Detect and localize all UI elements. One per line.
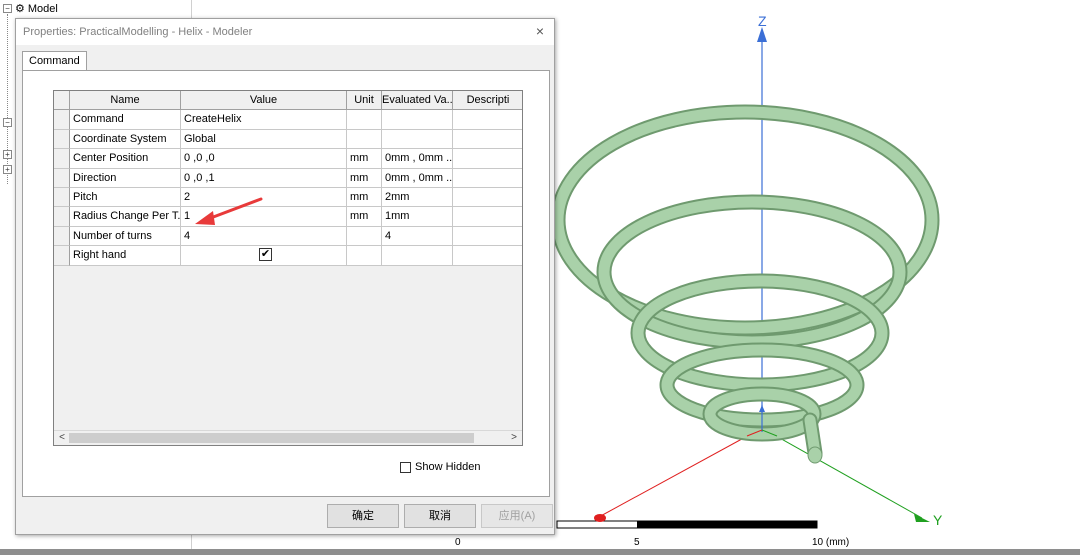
tab-strip: Command (22, 51, 87, 70)
expand-icon[interactable]: + (3, 150, 12, 159)
tab-command[interactable]: Command (22, 51, 87, 70)
dialog-title: Properties: PracticalModelling - Helix -… (23, 26, 253, 38)
z-axis-label: Z (758, 13, 767, 29)
x-axis-line (596, 427, 763, 519)
helix-body (550, 104, 940, 464)
y-axis-line (761, 427, 923, 519)
z-axis-arrow (757, 27, 767, 42)
scale-label-10: 10 (mm) (812, 537, 850, 548)
y-axis-label: Y (933, 512, 943, 528)
x-axis-arrow (594, 514, 606, 522)
scale-label-5: 5 (634, 537, 640, 548)
model-icon: ⚙ (15, 3, 25, 15)
y-axis-arrow (914, 514, 930, 522)
show-hidden-checkbox[interactable] (400, 461, 411, 473)
apply-button[interactable]: 应用(A) (481, 504, 553, 528)
properties-dialog: Properties: PracticalModelling - Helix -… (15, 18, 555, 535)
annotation-arrow (195, 197, 263, 225)
dialog-titlebar[interactable]: Properties: PracticalModelling - Helix -… (16, 19, 554, 45)
collapse-icon[interactable]: − (3, 4, 12, 13)
scale-label-0: 0 (455, 537, 461, 548)
cancel-button[interactable]: 取消 (404, 504, 476, 528)
ok-button[interactable]: 确定 (327, 504, 399, 528)
tab-panel-command: Name Value Unit Evaluated Va... Descript… (22, 70, 550, 497)
tree-root-label: Model (27, 2, 58, 15)
show-hidden-label: Show Hidden (415, 461, 481, 473)
show-hidden-option[interactable]: Show Hidden (400, 461, 480, 473)
tree-root-model[interactable]: − ⚙ Model (3, 2, 58, 15)
close-icon[interactable]: × (532, 23, 548, 39)
collapse-icon[interactable]: − (3, 118, 12, 127)
expand-icon[interactable]: + (3, 165, 12, 174)
status-strip (0, 549, 1080, 555)
